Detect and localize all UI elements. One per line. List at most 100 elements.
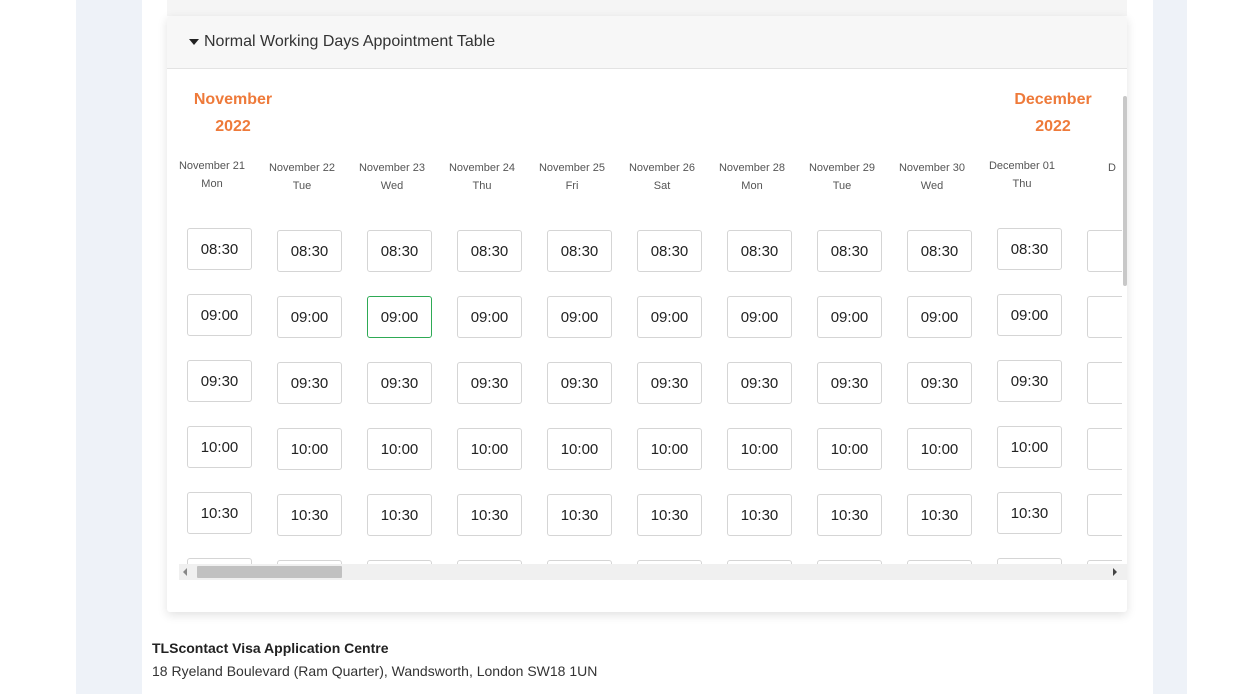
scroll-left-icon[interactable] xyxy=(183,568,187,576)
time-slot-button[interactable]: 09:00 xyxy=(457,296,522,338)
time-slot-button[interactable]: 09:30 xyxy=(727,362,792,404)
time-slot-button[interactable]: 09:00 xyxy=(907,296,972,338)
day-date: November 23 xyxy=(358,162,426,174)
vertical-scrollbar[interactable] xyxy=(1123,96,1127,286)
time-slot-button[interactable]: 10:30 xyxy=(457,494,522,536)
scroll-right-icon[interactable] xyxy=(1113,568,1117,576)
time-slot-button[interactable]: 08:30 xyxy=(727,230,792,272)
time-slot-button[interactable]: 09:00 xyxy=(637,296,702,338)
time-slot-button[interactable] xyxy=(1087,494,1122,536)
month-label-december: December 2022 xyxy=(993,86,1113,140)
time-slot-button[interactable]: 10:00 xyxy=(187,426,252,468)
time-slot-button[interactable]: 10:30 xyxy=(997,492,1062,534)
time-slot-button[interactable]: 10:00 xyxy=(547,428,612,470)
time-slot-button[interactable] xyxy=(1087,230,1122,272)
time-slot-button[interactable]: 09:00 xyxy=(727,296,792,338)
page-margin-left xyxy=(76,0,142,694)
day-header: November 26 Sat xyxy=(617,159,707,195)
time-slot-button[interactable]: 08:30 xyxy=(637,230,702,272)
time-slot-button[interactable]: 10:30 xyxy=(637,494,702,536)
time-slot-button[interactable]: 09:00 xyxy=(367,296,432,338)
page-margin-right xyxy=(1153,0,1187,694)
day-date: November 28 xyxy=(718,162,786,174)
day-date: November 30 xyxy=(898,162,966,174)
day-date: November 26 xyxy=(628,162,696,174)
time-slot-button[interactable] xyxy=(1087,428,1122,470)
day-header: November 23 Wed xyxy=(347,159,437,195)
time-slot-button[interactable]: 10:00 xyxy=(997,426,1062,468)
day-weekday: Tue xyxy=(292,180,312,192)
month-label-november: November 2022 xyxy=(173,86,293,140)
day-date: November 29 xyxy=(808,162,876,174)
day-weekday: Tue xyxy=(832,180,852,192)
time-slot-button[interactable]: 10:30 xyxy=(187,492,252,534)
time-slot-button[interactable]: 09:30 xyxy=(367,362,432,404)
panel-header[interactable]: Normal Working Days Appointment Table xyxy=(167,16,1127,69)
time-slot-button[interactable]: 08:30 xyxy=(997,228,1062,270)
time-slot-button[interactable]: 09:30 xyxy=(277,362,342,404)
time-slot-button[interactable]: 09:30 xyxy=(637,362,702,404)
time-slot-button[interactable]: 09:00 xyxy=(997,294,1062,336)
time-slot-button[interactable]: 09:00 xyxy=(547,296,612,338)
time-slot-button[interactable] xyxy=(1087,362,1122,404)
time-slot-button[interactable]: 09:30 xyxy=(187,360,252,402)
appointment-panel: Normal Working Days Appointment Table No… xyxy=(167,16,1127,612)
day-header: November 24 Thu xyxy=(437,159,527,195)
day-header: November 22 Tue xyxy=(257,159,347,195)
day-date: November 25 xyxy=(538,162,606,174)
time-slot-button[interactable]: 09:30 xyxy=(997,360,1062,402)
scrollbar-thumb[interactable] xyxy=(197,566,342,578)
time-slot-button[interactable]: 10:00 xyxy=(727,428,792,470)
day-weekday: Thu xyxy=(1012,178,1032,190)
time-slot-button[interactable]: 09:30 xyxy=(817,362,882,404)
time-slot-button[interactable]: 09:30 xyxy=(907,362,972,404)
day-weekday: Fri xyxy=(565,180,579,192)
time-slot-button[interactable]: 10:00 xyxy=(907,428,972,470)
time-slot-button[interactable]: 10:00 xyxy=(277,428,342,470)
day-weekday: Sat xyxy=(653,180,671,192)
centre-address-line: 18 Ryeland Boulevard (Ram Quarter), Wand… xyxy=(152,663,598,679)
time-slot-button[interactable]: 08:30 xyxy=(187,228,252,270)
time-slot-button[interactable]: 08:30 xyxy=(277,230,342,272)
time-slot-button[interactable]: 10:00 xyxy=(817,428,882,470)
time-slot-button[interactable]: 10:00 xyxy=(367,428,432,470)
time-slot-button[interactable]: 10:30 xyxy=(727,494,792,536)
time-slot-button[interactable]: 08:30 xyxy=(457,230,522,272)
day-header: November 29 Tue xyxy=(797,159,887,195)
time-slot-button[interactable]: 10:00 xyxy=(637,428,702,470)
time-slot-button[interactable]: 10:00 xyxy=(457,428,522,470)
time-slot-button[interactable]: 10:30 xyxy=(277,494,342,536)
day-weekday: Mon xyxy=(201,178,223,190)
day-weekday: Wed xyxy=(380,180,404,192)
time-slot-button[interactable]: 09:00 xyxy=(277,296,342,338)
caret-down-icon[interactable] xyxy=(189,39,199,45)
time-slot-button[interactable]: 10:30 xyxy=(907,494,972,536)
time-slot-button[interactable]: 10:30 xyxy=(367,494,432,536)
day-weekday: Wed xyxy=(920,180,944,192)
time-slot-button[interactable]: 09:00 xyxy=(817,296,882,338)
time-slot-button[interactable]: 09:30 xyxy=(547,362,612,404)
month-name: December xyxy=(1014,91,1092,108)
time-slot-button[interactable]: 08:30 xyxy=(907,230,972,272)
day-header: November 21 Mon xyxy=(167,157,257,193)
centre-address: TLScontact Visa Application Centre 18 Ry… xyxy=(152,638,597,684)
day-date: November 22 xyxy=(268,162,336,174)
centre-name: TLScontact Visa Application Centre xyxy=(152,640,389,656)
day-header: D xyxy=(1067,159,1122,177)
day-date: November 21 xyxy=(178,160,246,172)
previous-panel-edge xyxy=(167,0,1127,16)
time-slot-button[interactable]: 08:30 xyxy=(817,230,882,272)
time-slot-button[interactable]: 09:30 xyxy=(457,362,522,404)
time-slot-button[interactable]: 08:30 xyxy=(367,230,432,272)
day-weekday: Thu xyxy=(472,180,492,192)
horizontal-scrollbar[interactable] xyxy=(179,564,1127,580)
time-slot-button[interactable]: 09:00 xyxy=(187,294,252,336)
day-header: December 01 Thu xyxy=(977,157,1067,193)
month-name: November xyxy=(193,91,273,108)
time-slot-button[interactable]: 10:30 xyxy=(817,494,882,536)
time-slot-button[interactable] xyxy=(1087,296,1122,338)
time-slot-button[interactable]: 08:30 xyxy=(547,230,612,272)
day-header: November 25 Fri xyxy=(527,159,617,195)
time-slot-button[interactable]: 10:30 xyxy=(547,494,612,536)
day-header: November 28 Mon xyxy=(707,159,797,195)
